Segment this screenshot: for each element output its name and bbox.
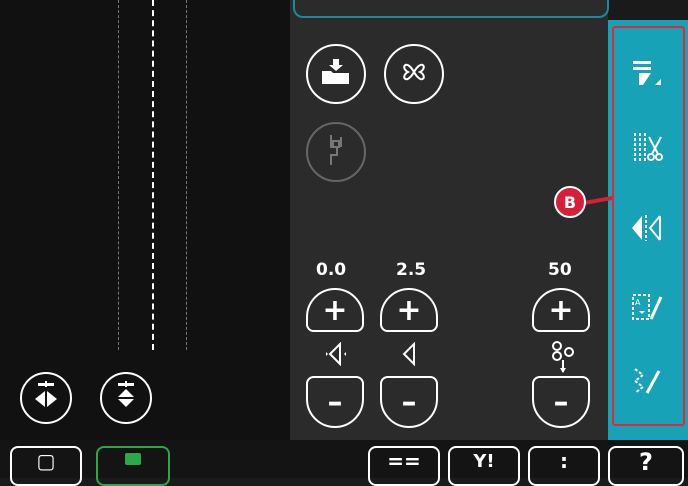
embroidery-mode-icon: ▢ (36, 449, 56, 473)
info-button[interactable]: : (528, 446, 600, 486)
stitch-density-icon (550, 340, 576, 379)
callout-pointer (584, 196, 612, 205)
stitch-techniques-icon: A (629, 291, 665, 329)
settings-icon: Y! (473, 450, 495, 472)
mirror-side-to-side-icon (31, 381, 61, 415)
stitch-program-icon (629, 365, 665, 403)
sidebar-item-thread-cutter[interactable] (622, 130, 672, 170)
mirror-end-to-end-button[interactable] (100, 372, 152, 424)
stitch-line (152, 0, 154, 350)
stitch-menu-icon (629, 57, 665, 91)
stitch-length-value: 2.5 (396, 260, 427, 280)
help-button[interactable]: ? (608, 446, 684, 486)
menu-list-button[interactable]: == (368, 446, 440, 486)
stitch-width-value: 0.0 (316, 260, 347, 280)
mirror-side-to-side-button[interactable] (20, 372, 72, 424)
help-icon: ? (639, 448, 653, 476)
sidebar-item-stitch-menu[interactable] (622, 54, 672, 94)
embroidery-mode-button[interactable]: ▢ (10, 446, 82, 486)
stitch-guide-line (118, 0, 119, 350)
load-stitch-button[interactable] (306, 44, 366, 104)
settings-button[interactable]: Y! (448, 446, 520, 486)
sewing-mode-button[interactable] (96, 446, 170, 486)
menu-list-icon: == (387, 449, 421, 473)
stitch-density-value: 50 (548, 260, 572, 280)
sidebar-item-stitch-techniques[interactable]: A (622, 290, 672, 330)
stitch-width-icon (326, 341, 346, 371)
sewing-mode-icon (125, 453, 141, 465)
presser-foot-icon (323, 133, 349, 171)
stitch-length-icon (400, 341, 420, 371)
sidebar-item-stitch-program[interactable] (622, 364, 672, 404)
mirror-width-icon (628, 213, 666, 247)
sidebar-item-mirror-width[interactable] (622, 210, 672, 250)
stitch-shaping-icon (396, 54, 432, 94)
presser-foot-button[interactable] (306, 122, 366, 182)
thread-cutter-icon (629, 131, 665, 169)
callout-badge: B (554, 186, 586, 218)
mirror-end-to-end-icon (111, 381, 141, 415)
load-stitch-folder-icon (319, 57, 353, 91)
info-icon: : (560, 449, 568, 473)
stitch-guide-line (186, 0, 187, 350)
top-tab-frame (293, 0, 609, 18)
svg-text:A: A (635, 298, 641, 307)
stitch-shaping-button[interactable] (384, 44, 444, 104)
